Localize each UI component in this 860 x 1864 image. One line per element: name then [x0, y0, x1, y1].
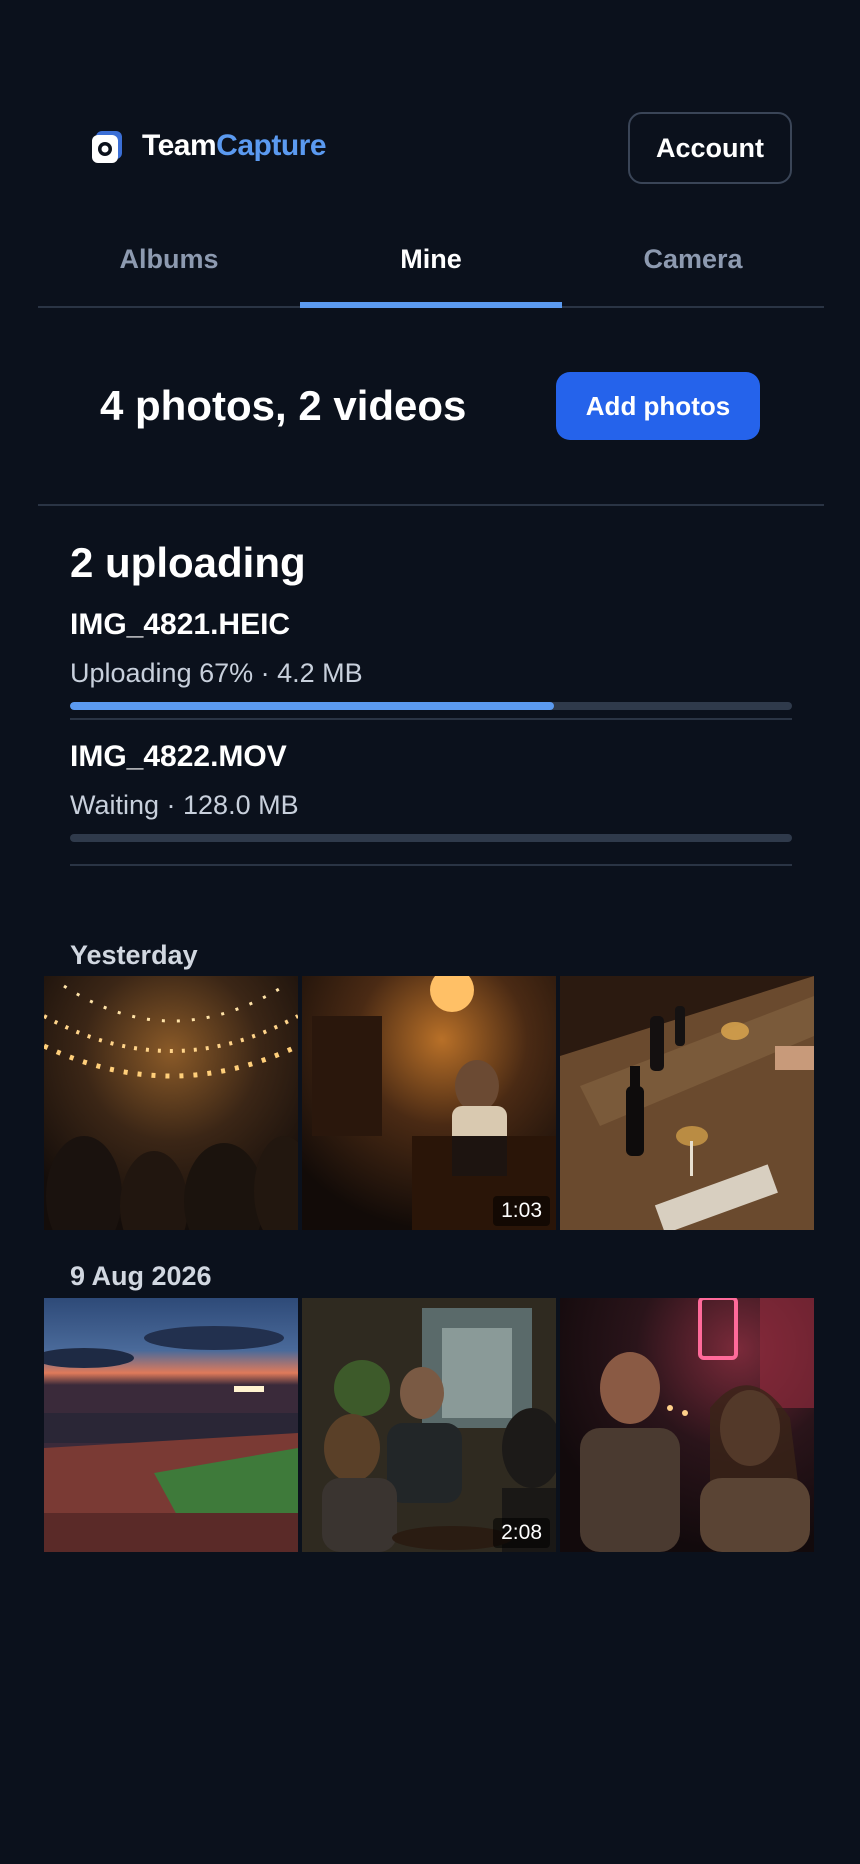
photo-grid: 1:03 — [44, 976, 814, 1230]
date-header: 9 Aug 2026 — [70, 1261, 212, 1291]
upload-status: Waiting · 128.0 MB — [70, 790, 299, 820]
upload-progress-bar — [70, 702, 792, 710]
video-duration: 1:03 — [493, 1196, 550, 1226]
upload-file-name: IMG_4822.MOV — [70, 740, 287, 773]
video-thumbnail[interactable]: 2:08 — [302, 1298, 556, 1552]
app-header: TeamCapture Account — [0, 0, 860, 230]
photo-thumbnail[interactable] — [44, 1298, 298, 1552]
upload-queue: 2 uploading IMG_4821.HEIC Uploading 67% … — [70, 536, 792, 866]
photo-thumbnail[interactable] — [560, 1298, 814, 1552]
tab-camera[interactable]: Camera — [562, 230, 824, 306]
upload-file-name: IMG_4821.HEIC — [70, 608, 291, 641]
brand-name-part2: Capture — [216, 129, 327, 162]
upload-queue-title: 2 uploading — [70, 539, 306, 586]
tab-albums[interactable]: Albums — [38, 230, 300, 306]
brand-name: TeamCapture — [142, 129, 327, 163]
upload-progress-fill — [70, 702, 554, 710]
media-summary: 4 photos, 2 videos Add photos — [0, 340, 860, 490]
video-duration: 2:08 — [493, 1518, 550, 1548]
photo-grid: 2:08 — [44, 1298, 814, 1552]
view-tabs: Albums Mine Camera — [38, 230, 824, 308]
camera-icon — [90, 128, 126, 164]
section-divider — [38, 504, 824, 506]
date-header: Yesterday — [70, 940, 198, 970]
upload-item[interactable]: IMG_4821.HEIC Uploading 67% · 4.2 MB — [70, 608, 792, 720]
tab-mine[interactable]: Mine — [300, 230, 562, 308]
upload-item[interactable]: IMG_4822.MOV Waiting · 128.0 MB — [70, 720, 792, 866]
media-count: 4 photos, 2 videos — [100, 382, 467, 429]
brand-name-part1: Team — [142, 129, 217, 162]
add-photos-button[interactable]: Add photos — [556, 372, 760, 440]
account-button[interactable]: Account — [628, 112, 792, 184]
photo-thumbnail[interactable] — [44, 976, 298, 1230]
video-thumbnail[interactable]: 1:03 — [302, 976, 556, 1230]
photo-thumbnail[interactable] — [560, 976, 814, 1230]
brand-logo: TeamCapture — [90, 128, 327, 164]
upload-progress-bar — [70, 834, 792, 842]
upload-status: Uploading 67% · 4.2 MB — [70, 658, 363, 688]
